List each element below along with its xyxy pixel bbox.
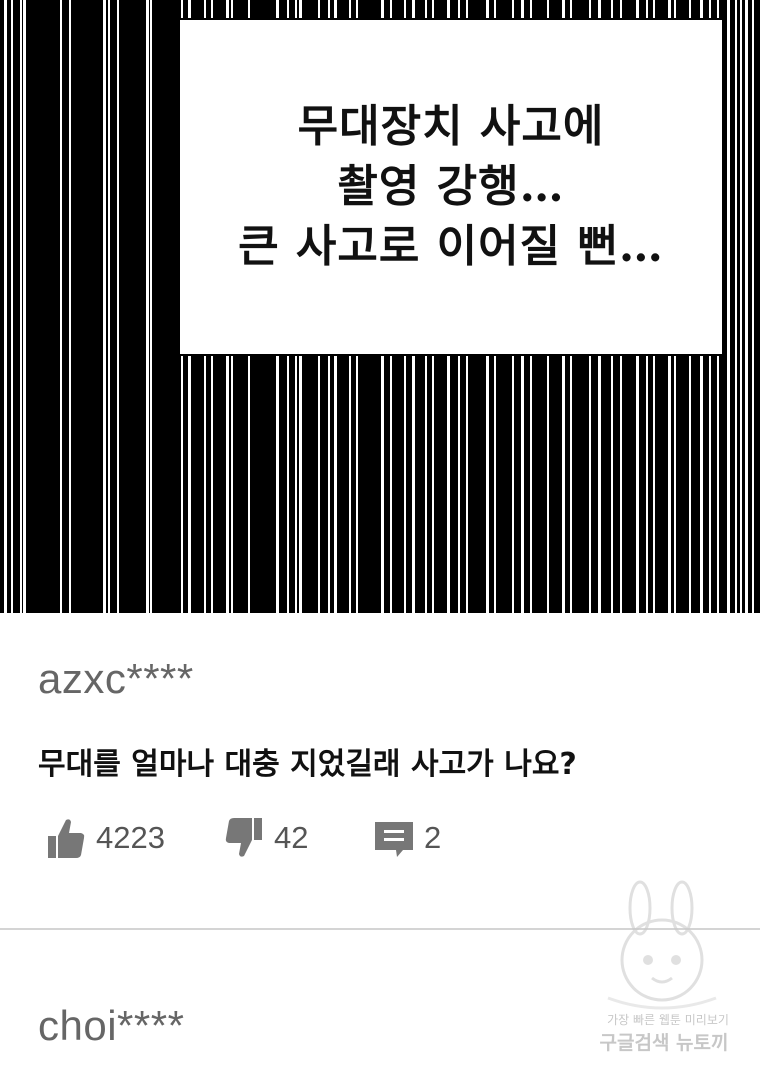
caption-line: 촬영 강행… [337,161,565,212]
watermark-mascot-icon [607,880,717,1010]
comic-panel: 무대장치 사고에 촬영 강행… 큰 사고로 이어질 뻔… [0,0,760,613]
speed-line [20,0,22,613]
speed-line [146,0,149,613]
speed-line [745,0,748,613]
reply-count: 2 [424,820,442,855]
speed-line [60,0,62,613]
comment-username[interactable]: choi**** [38,1002,184,1050]
caption-line: 큰 사고로 이어질 뻔… [238,221,664,272]
caption-line: 무대장치 사고에 [297,101,605,152]
comment-username[interactable]: azxc**** [38,655,194,703]
speed-line [752,0,754,613]
thumbs-down-icon [225,818,262,857]
reply-button[interactable]: 2 [374,813,441,863]
speed-line [117,0,119,613]
speed-line [103,0,106,613]
comment-text: 무대를 얼마나 대충 지었길래 사고가 나요? [38,747,577,782]
like-button[interactable]: 4223 [46,813,165,863]
speed-line [108,0,110,613]
speed-line [727,0,730,613]
speed-line [735,0,737,613]
speed-line [150,0,152,613]
speed-line [69,0,71,613]
speed-line [740,0,742,613]
watermark-brand: 구글검색 뉴토끼 [599,1032,729,1054]
speed-line [4,0,7,613]
speed-line [23,0,26,613]
dislike-count: 42 [274,820,309,855]
comment-icon [375,822,413,857]
like-count: 4223 [96,820,165,855]
watermark-tagline: 가장 빠른 웹툰 미리보기 [607,1013,729,1027]
watermark: 가장 빠른 웹툰 미리보기 구글검색 뉴토끼 [578,878,750,1068]
dislike-button[interactable]: 42 [224,813,308,863]
speed-line [11,0,13,613]
caption-box: 무대장치 사고에 촬영 강행… 큰 사고로 이어질 뻔… [178,18,724,356]
thumbs-up-icon [48,819,85,858]
